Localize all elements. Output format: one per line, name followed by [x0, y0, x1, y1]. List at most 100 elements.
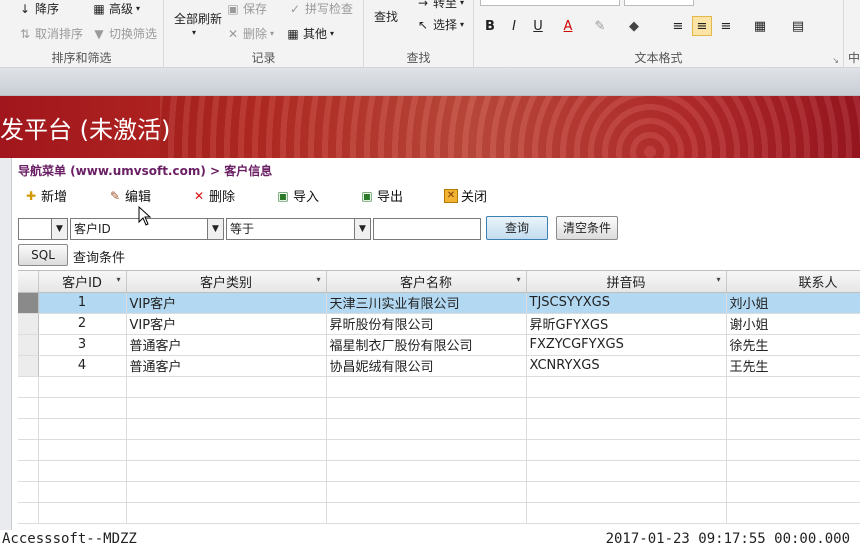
remove-sort-button[interactable]: ⇅ 取消排序	[18, 25, 83, 42]
find-group-label: 查找	[406, 51, 431, 65]
customer-datasheet: 客户ID ▾ 客户类别 ▾ 客户名称 ▾ 拼音码 ▾ 联系人 1 VIP客户 天津三川实…	[18, 270, 860, 530]
cell-customer-id[interactable]: 4	[38, 355, 127, 377]
delete-button[interactable]: ✕ 删除	[192, 186, 235, 206]
logic-combo[interactable]: ▼	[18, 218, 68, 240]
close-icon: ✕	[444, 188, 458, 203]
chevron-down-icon[interactable]: ▼	[354, 219, 370, 239]
import-button[interactable]: ▣ 导入	[276, 186, 319, 206]
delete-record-button[interactable]: ✕ 删除 ▾	[226, 25, 274, 42]
save-button[interactable]: ▣ 保存	[226, 0, 267, 17]
cell-customer-name[interactable]: 天津三川实业有限公司	[326, 292, 527, 314]
record-selector[interactable]	[18, 355, 39, 377]
filter-icon: ▼	[94, 26, 104, 41]
sort-filter-group-label: 排序和筛选	[51, 51, 112, 65]
font-color-button[interactable]: A	[558, 16, 578, 36]
goto-arrow-icon: →	[417, 0, 429, 10]
query-button[interactable]: 查询	[486, 216, 548, 240]
export-button[interactable]: ▣ 导出	[360, 186, 403, 206]
chevron-down-icon[interactable]: ▼	[207, 219, 223, 239]
column-header-customer-type[interactable]: 客户类别 ▾	[126, 271, 327, 293]
column-header-contact[interactable]: 联系人	[726, 271, 860, 293]
record-selector[interactable]	[18, 334, 39, 356]
cell-pinyin[interactable]: TJSCSYYXGS	[526, 292, 727, 314]
fill-color-button[interactable]: ◆	[624, 16, 644, 36]
underline-button[interactable]: U	[528, 16, 548, 36]
navigation-pane-strip[interactable]	[0, 158, 12, 548]
spelling-button[interactable]: ✓ 拼写检查	[288, 0, 353, 17]
ribbon: ↓ 降序 ▦ 高级 ▾ ⇅ 取消排序 ▼ 切换筛选 排序和筛选 全部刷新 ▾ ▣ 保存 ✓ 拼…	[0, 0, 860, 68]
cell-customer-type[interactable]: VIP客户	[126, 292, 327, 314]
column-dropdown-icon[interactable]: ▾	[516, 275, 520, 284]
advanced-filter-button[interactable]: ▦ 高级 ▾	[92, 0, 140, 17]
gridlines-icon[interactable]: ▦	[750, 16, 770, 36]
cell-customer-name[interactable]: 昇昕股份有限公司	[326, 313, 527, 335]
table-row[interactable]: 1 VIP客户 天津三川实业有限公司 TJSCSYYXGS 刘小姐	[18, 292, 860, 314]
value-input[interactable]	[373, 218, 481, 240]
cell-contact[interactable]: 王先生	[726, 355, 860, 377]
text-format-group-label: 文本格式	[634, 51, 683, 65]
column-header-customer-id[interactable]: 客户ID ▾	[38, 271, 127, 293]
add-button[interactable]: ✚ 新增	[24, 186, 67, 206]
cell-contact[interactable]: 徐先生	[726, 334, 860, 356]
operator-combo[interactable]: 等于 ▼	[226, 218, 371, 240]
add-icon: ✚	[25, 188, 37, 203]
font-size-box[interactable]	[624, 0, 694, 6]
cell-customer-name[interactable]: 福星制衣厂股份有限公司	[326, 334, 527, 356]
cell-customer-name[interactable]: 协昌妮绒有限公司	[326, 355, 527, 377]
table-row[interactable]: 4 普通客户 协昌妮绒有限公司 XCNRYXGS 王先生	[18, 355, 860, 377]
select-button[interactable]: ↖ 选择 ▾	[416, 16, 464, 33]
record-selector-header[interactable]	[18, 271, 39, 293]
align-center-icon[interactable]: ≡	[692, 16, 712, 36]
cell-customer-type[interactable]: 普通客户	[126, 334, 327, 356]
condition-label: 查询条件	[73, 251, 126, 266]
form-content: 导航菜单 (www.umvsoft.com) > 客户信息 ✚ 新增 ✎ 编辑 ✕ 删…	[0, 158, 860, 548]
dialog-launcher-icon[interactable]: ↘	[832, 56, 839, 65]
column-dropdown-icon[interactable]: ▾	[716, 275, 720, 284]
toggle-filter-button[interactable]: ▼ 切换筛选	[92, 25, 157, 42]
cell-customer-id[interactable]: 1	[38, 292, 127, 314]
record-selector[interactable]	[18, 313, 39, 335]
align-left-icon[interactable]: ≡	[668, 16, 688, 36]
alt-row-color-icon[interactable]: ▤	[788, 16, 808, 36]
status-left-text: Accesssoft--MDZZ	[2, 531, 137, 547]
cell-contact[interactable]: 刘小姐	[726, 292, 860, 314]
empty-row	[18, 418, 860, 440]
find-button[interactable]: 查找	[374, 8, 398, 25]
italic-button[interactable]: I	[504, 16, 524, 36]
other-button[interactable]: ▦ 其他 ▾	[286, 25, 334, 42]
advanced-filter-icon: ▦	[93, 1, 105, 16]
font-name-box[interactable]	[480, 0, 620, 6]
app-banner: 发平台 (未激活)	[0, 96, 860, 158]
breadcrumb[interactable]: 导航菜单 (www.umvsoft.com) > 客户信息	[18, 162, 272, 179]
cell-customer-id[interactable]: 2	[38, 313, 127, 335]
cell-pinyin[interactable]: FXZYCGFYXGS	[526, 334, 727, 356]
ribbon-separator-band	[0, 68, 860, 96]
cell-contact[interactable]: 谢小姐	[726, 313, 860, 335]
empty-row	[18, 502, 860, 524]
column-header-pinyin[interactable]: 拼音码 ▾	[526, 271, 727, 293]
chevron-down-icon[interactable]: ▼	[51, 219, 67, 239]
cell-customer-id[interactable]: 3	[38, 334, 127, 356]
goto-button[interactable]: → 转至 ▾	[416, 0, 464, 11]
clear-conditions-button[interactable]: 清空条件	[556, 216, 618, 240]
close-button[interactable]: ✕ 关闭	[444, 186, 487, 205]
cell-customer-type[interactable]: 普通客户	[126, 355, 327, 377]
align-right-icon[interactable]: ≡	[716, 16, 736, 36]
table-row[interactable]: 3 普通客户 福星制衣厂股份有限公司 FXZYCGFYXGS 徐先生	[18, 334, 860, 356]
column-dropdown-icon[interactable]: ▾	[316, 275, 320, 284]
sql-button[interactable]: SQL	[18, 244, 68, 266]
cell-pinyin[interactable]: 昇昕GFYXGS	[526, 313, 727, 335]
bold-button[interactable]: B	[480, 16, 500, 36]
cell-customer-type[interactable]: VIP客户	[126, 313, 327, 335]
column-dropdown-icon[interactable]: ▾	[116, 275, 120, 284]
sort-descending-button[interactable]: ↓ 降序	[18, 0, 59, 17]
table-row[interactable]: 2 VIP客户 昇昕股份有限公司 昇昕GFYXGS 谢小姐	[18, 313, 860, 335]
refresh-dropdown-icon[interactable]: ▾	[192, 28, 196, 37]
record-selector[interactable]	[18, 292, 39, 314]
cell-pinyin[interactable]: XCNRYXGS	[526, 355, 727, 377]
status-timestamp: 2017-01-23 09:17:55 00:00.000	[605, 531, 850, 547]
highlight-button[interactable]: ✎	[590, 16, 610, 36]
edit-button[interactable]: ✎ 编辑	[108, 186, 151, 206]
refresh-all-button[interactable]: 全部刷新	[174, 10, 222, 27]
column-header-customer-name[interactable]: 客户名称 ▾	[326, 271, 527, 293]
